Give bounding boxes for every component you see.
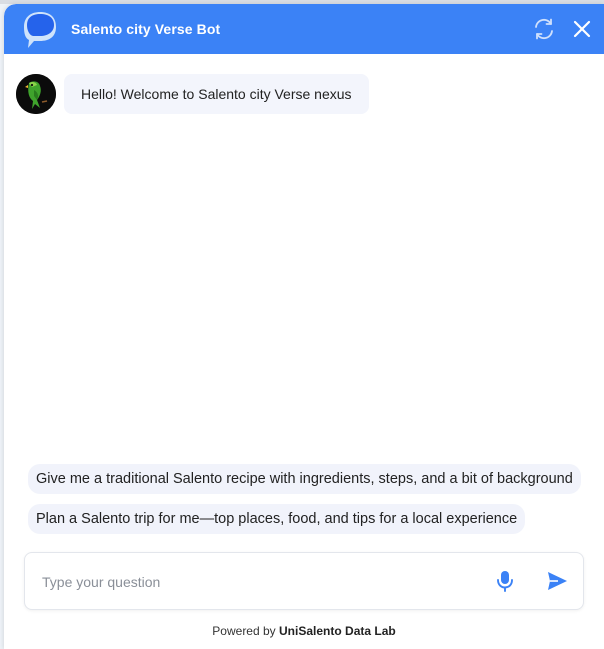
- send-icon[interactable]: [545, 569, 569, 593]
- footer-prefix: Powered by: [212, 624, 276, 638]
- chat-input-box: [24, 552, 584, 610]
- close-icon[interactable]: [570, 17, 594, 41]
- chat-bubble-icon: [24, 12, 56, 48]
- refresh-icon[interactable]: [532, 17, 556, 41]
- microphone-icon[interactable]: [494, 569, 516, 593]
- chat-title: Salento city Verse Bot: [71, 21, 221, 37]
- suggestion-recipe[interactable]: Give me a traditional Salento recipe wit…: [28, 464, 581, 494]
- chat-header: Salento city Verse Bot: [4, 4, 604, 54]
- powered-by-footer: Powered by UniSalento Data Lab: [4, 624, 604, 638]
- parrot-icon: [16, 74, 56, 114]
- bot-message: Hello! Welcome to Salento city Verse nex…: [64, 74, 369, 114]
- suggestion-trip[interactable]: Plan a Salento trip for me—top places, f…: [28, 504, 526, 534]
- chat-widget: Salento city Verse Bot Hello! Welcome to…: [4, 4, 604, 649]
- bot-avatar: [16, 74, 56, 114]
- footer-brand: UniSalento Data Lab: [279, 624, 396, 638]
- question-input[interactable]: [40, 568, 474, 596]
